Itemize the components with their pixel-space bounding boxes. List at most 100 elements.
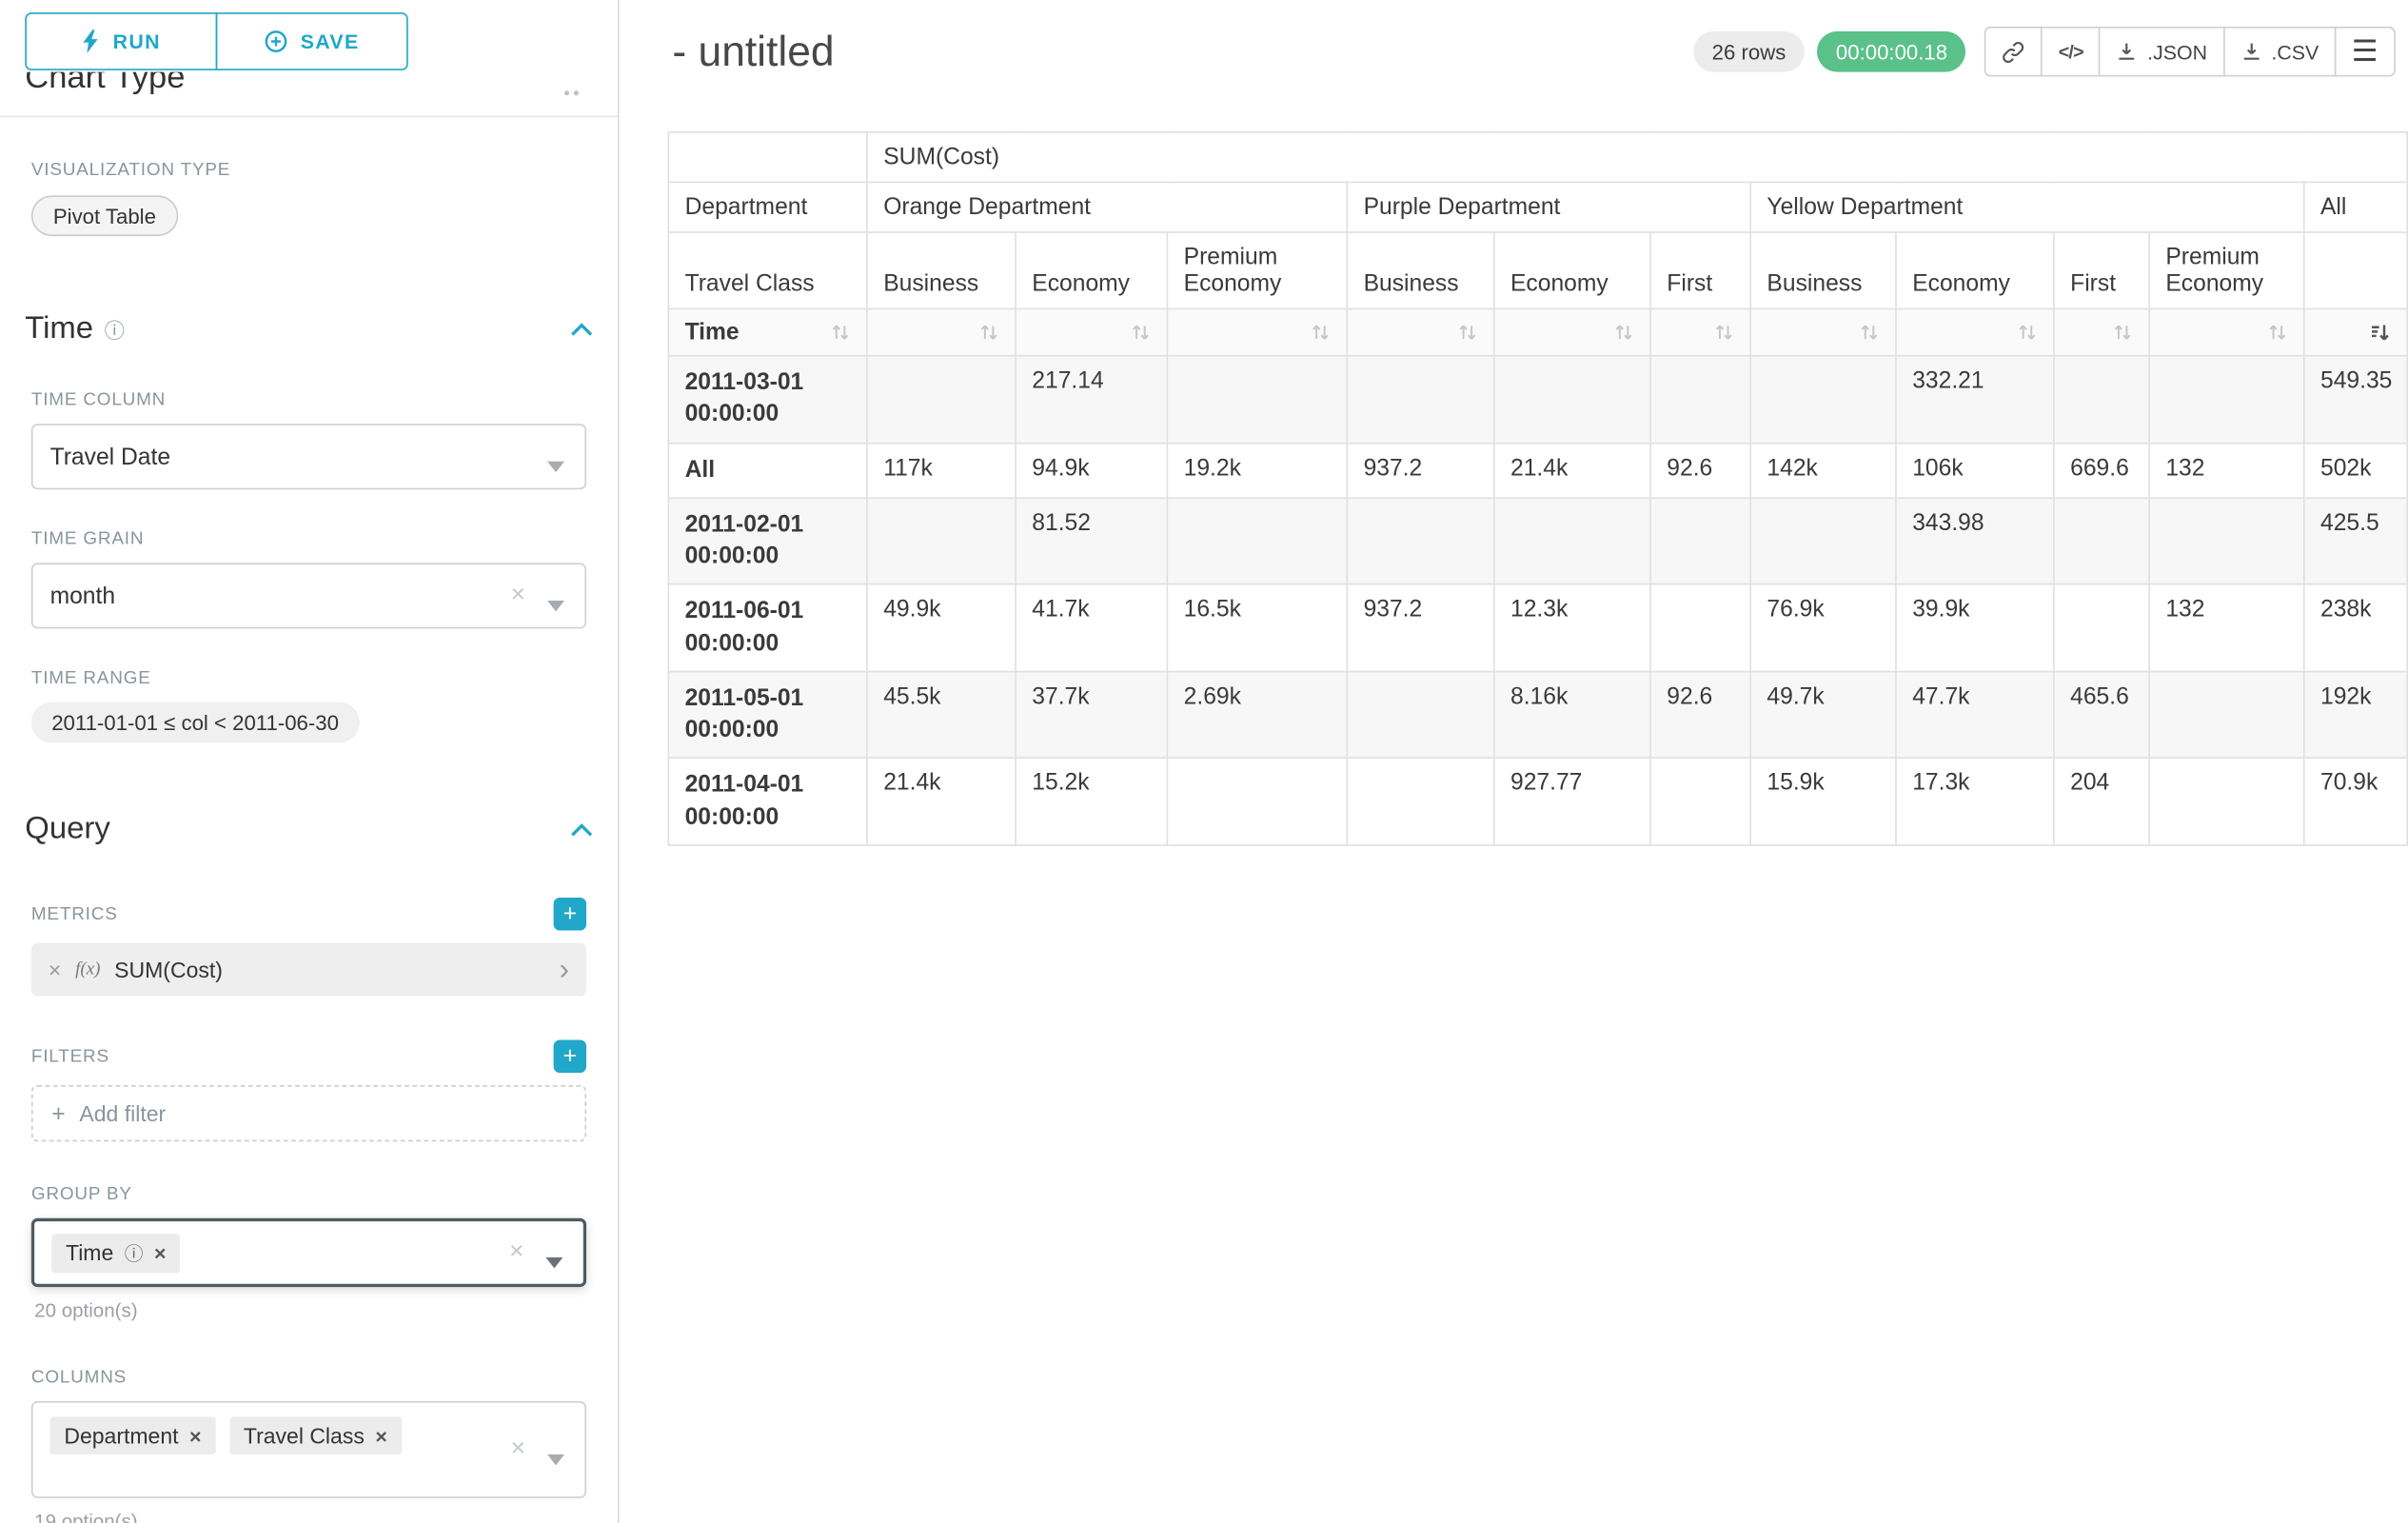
pivot-corner-cell — [668, 132, 867, 183]
time-grain-value: month — [50, 583, 116, 609]
sort-icon[interactable] — [1311, 322, 1331, 342]
clear-icon[interactable]: × — [511, 580, 525, 611]
pivot-cell — [1650, 498, 1750, 584]
pivot-cell: 49.7k — [1750, 671, 1896, 758]
pivot-sort-cell — [1896, 308, 2054, 355]
chevron-up-icon[interactable] — [571, 322, 593, 336]
sort-icon[interactable] — [2017, 322, 2037, 342]
view-query-button[interactable]: </> — [2042, 27, 2101, 77]
pivot-cell: 15.2k — [1016, 758, 1167, 844]
copy-link-button[interactable] — [1985, 27, 2043, 77]
sort-icon[interactable] — [1131, 322, 1151, 342]
pivot-cell — [2149, 498, 2304, 584]
pivot-cell: 70.9k — [2304, 758, 2408, 844]
pivot-cell: 76.9k — [1750, 584, 1896, 671]
sort-descending-icon[interactable] — [2369, 322, 2391, 342]
clear-icon[interactable]: × — [509, 1236, 523, 1268]
sort-icon[interactable] — [1859, 322, 1879, 342]
chart-type-section-header: Chart Type — [25, 72, 592, 109]
pivot-sub-column-header: Premium Economy — [1167, 232, 1347, 309]
group-by-pills: Timeⓘ× — [51, 1233, 194, 1272]
pivot-row-label: All — [668, 443, 867, 498]
sort-icon[interactable] — [1714, 322, 1734, 342]
run-button[interactable]: RUN — [25, 12, 217, 70]
pivot-sort-cell — [1016, 308, 1167, 355]
add-metric-button[interactable]: + — [554, 898, 587, 931]
pivot-metric-header: SUM(Cost) — [867, 132, 2407, 183]
pivot-sub-column-header — [2304, 232, 2408, 309]
pivot-cell: 17.3k — [1896, 758, 2054, 844]
metrics-label-row: METRICS + — [31, 898, 586, 931]
pivot-cell — [1167, 758, 1347, 844]
pivot-sort-cell — [1650, 308, 1750, 355]
pivot-cell: 49.9k — [867, 584, 1016, 671]
save-button[interactable]: SAVE — [216, 12, 408, 70]
table-row: 2011-03-0100:00:00217.14332.21549.35 — [668, 356, 2407, 443]
selected-value-pill[interactable]: Travel Class× — [229, 1416, 402, 1454]
columns-select[interactable]: Department× Travel Class× × — [31, 1401, 586, 1498]
pivot-sort-cell — [2149, 308, 2304, 355]
download-icon — [2116, 41, 2138, 63]
export-csv-button[interactable]: .CSV — [2223, 27, 2337, 77]
pivot-cell — [2149, 671, 2304, 758]
add-filter-label: Add filter — [79, 1101, 166, 1126]
sort-icon[interactable] — [2112, 322, 2132, 342]
pivot-cell: 94.9k — [1016, 443, 1167, 498]
clear-icon[interactable]: × — [511, 1434, 525, 1465]
pivot-cell: 81.52 — [1016, 498, 1167, 584]
visualization-type-value[interactable]: Pivot Table — [31, 195, 178, 236]
add-filter-plus-button[interactable]: + — [554, 1039, 587, 1073]
pivot-sub-column-header: First — [1650, 232, 1750, 309]
remove-metric-icon[interactable]: × — [49, 957, 61, 981]
pivot-cell: 16.5k — [1167, 584, 1347, 671]
pivot-sort-cell — [2304, 308, 2408, 355]
sort-icon[interactable] — [2267, 322, 2287, 342]
info-icon: ⓘ — [105, 314, 125, 344]
time-grain-select[interactable]: month × — [31, 563, 586, 628]
time-range-value[interactable]: 2011-01-01 ≤ col < 2011-06-30 — [31, 702, 359, 743]
pivot-dimension-header: Department — [668, 182, 867, 232]
chevron-right-icon[interactable]: › — [560, 955, 569, 984]
pivot-table: SUM(Cost)DepartmentOrange DepartmentPurp… — [667, 131, 2408, 845]
selected-value-pill[interactable]: Department× — [50, 1416, 216, 1454]
selected-value-pill[interactable]: Timeⓘ× — [51, 1233, 180, 1272]
export-button-group: </> .JSON .CSV ☰ — [1985, 27, 2396, 77]
pivot-col-group-header: Orange Department — [867, 182, 1347, 232]
pivot-cell — [1650, 584, 1750, 671]
pivot-sub-column-header: Business — [1750, 232, 1896, 309]
metric-item[interactable]: × f(x) SUM(Cost) › — [31, 943, 586, 997]
pivot-cell — [2054, 498, 2149, 584]
export-json-label: .JSON — [2147, 40, 2207, 64]
info-icon: ⓘ — [125, 1239, 144, 1266]
pivot-cell: 502k — [2304, 443, 2408, 498]
sort-icon[interactable] — [830, 322, 850, 342]
pivot-cell — [2149, 356, 2304, 443]
time-column-select[interactable]: Travel Date — [31, 424, 586, 489]
pivot-cell — [1167, 498, 1347, 584]
chart-header: - untitled 26 rows 00:00:00.18 </> — [620, 0, 2408, 81]
query-section-header: Query — [0, 812, 618, 848]
divider — [0, 116, 618, 118]
add-filter-button[interactable]: + Add filter — [31, 1085, 586, 1141]
caret-down-icon — [547, 1445, 564, 1472]
chevron-up-icon[interactable] — [571, 822, 593, 837]
chart-title[interactable]: - untitled — [672, 28, 834, 76]
remove-pill-icon[interactable]: × — [375, 1425, 386, 1445]
remove-pill-icon[interactable]: × — [154, 1242, 166, 1262]
pivot-cell: 217.14 — [1016, 356, 1167, 443]
query-section-title: Query — [25, 812, 109, 848]
sort-icon[interactable] — [1457, 322, 1477, 342]
export-json-button[interactable]: .JSON — [2099, 27, 2224, 77]
pivot-cell: 343.98 — [1896, 498, 2054, 584]
sort-icon[interactable] — [1613, 322, 1633, 342]
pivot-cell: 12.3k — [1494, 584, 1650, 671]
more-menu-button[interactable]: ☰ — [2335, 27, 2396, 77]
pivot-cell: 549.35 — [2304, 356, 2408, 443]
remove-pill-icon[interactable]: × — [189, 1425, 201, 1445]
group-by-select[interactable]: Timeⓘ× × — [31, 1218, 586, 1287]
sort-icon[interactable] — [978, 322, 998, 342]
time-column-label: TIME COLUMN — [31, 391, 586, 410]
pivot-cell — [1347, 758, 1493, 844]
pivot-row-label: 2011-05-0100:00:00 — [668, 671, 867, 758]
pivot-cell: 937.2 — [1347, 584, 1493, 671]
